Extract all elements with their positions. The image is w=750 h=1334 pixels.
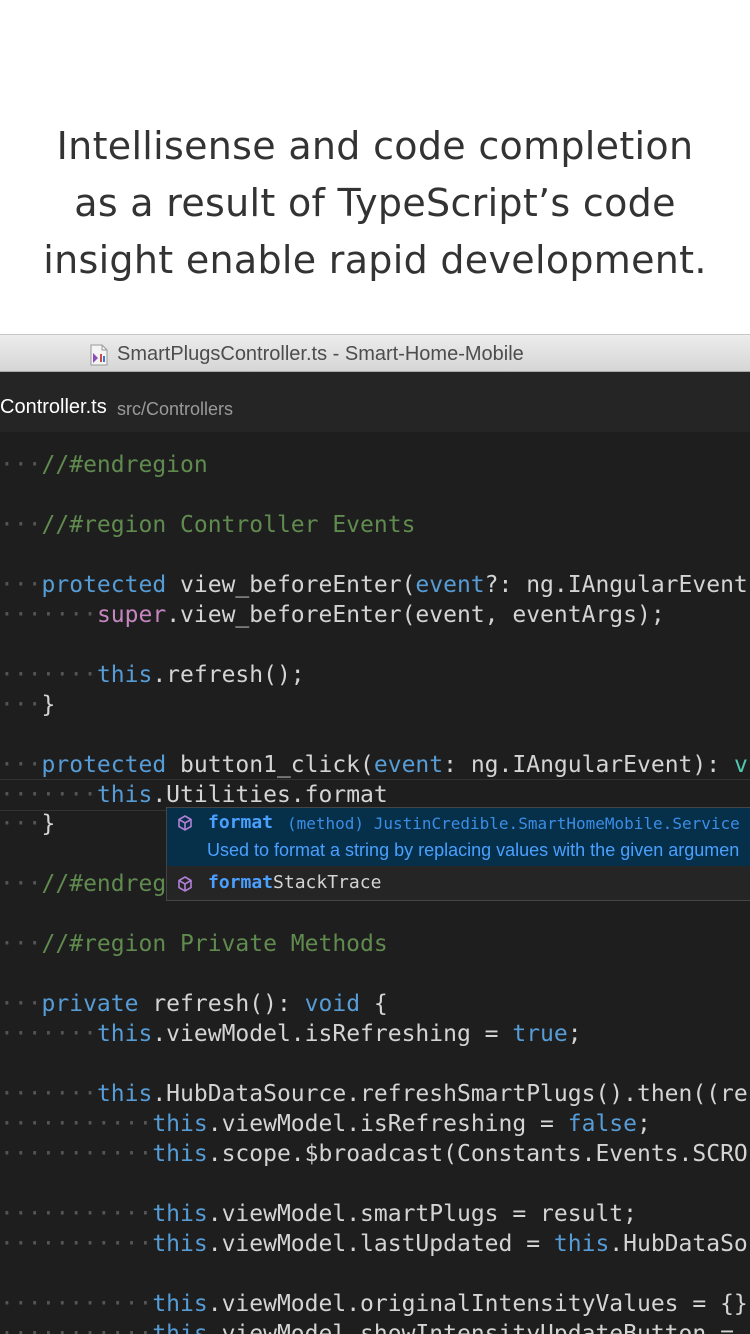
caption: Intellisense and code completion as a re… [0,118,750,289]
typescript-file-icon [90,344,108,366]
code-line: ···········this.viewModel.smartPlugs = r… [0,1201,637,1227]
code-line: ·······this.refresh(); [0,662,305,688]
code-line: ···protected view_beforeEnter(event?: ng… [0,572,748,598]
code-line: ···private refresh(): void { [0,991,388,1017]
suggest-documentation: Used to format a string by replacing val… [207,840,740,860]
code-line: ···········this.viewModel.lastUpdated = … [0,1231,748,1257]
code-line: ···········this.viewModel.showIntensityU… [0,1321,748,1334]
code-editor[interactable]: Controller.ts src/Controllers ···//#endr… [0,372,750,1334]
suggest-type-detail: (method) JustinCredible.SmartHomeMobile.… [287,814,740,833]
code-line: ·······this.viewModel.isRefreshing = tru… [0,1021,582,1047]
code-line: ·······this.HubDataSource.refreshSmartPl… [0,1081,748,1107]
method-cube-icon [178,876,192,892]
tab-file-path: src/Controllers [117,399,234,419]
tab-file-name[interactable]: Controller.ts [0,396,107,419]
suggest-widget[interactable]: format (method) JustinCredible.SmartHome… [166,807,750,901]
suggest-item-format[interactable]: format (method) JustinCredible.SmartHome… [167,808,750,866]
code-line: ·······super.view_beforeEnter(event, eve… [0,602,665,628]
caption-line-3: insight enable rapid development. [43,238,707,282]
code-line: ···protected button1_click(event: ng.IAn… [0,752,748,778]
code-line: ···//#region Controller Events [0,512,416,538]
editor-tabbar: Controller.ts src/Controllers [0,372,750,432]
method-cube-icon [178,815,192,831]
code-line: ···//#endregion [0,452,208,478]
caption-line-2: as a result of TypeScript’s code [74,181,676,225]
code-line: ···//#region Private Methods [0,931,388,957]
suggest-item-formatstacktrace[interactable]: formatStackTrace [167,869,750,898]
code-line: ···········this.scope.$broadcast(Constan… [0,1141,748,1167]
code-line: ···} [0,692,56,718]
suggest-label: format [208,812,274,833]
window-titlebar: SmartPlugsController.ts - Smart-Home-Mob… [0,334,750,372]
code-line: ···········this.viewModel.originalIntens… [0,1291,748,1317]
code-line: ···········this.viewModel.isRefreshing =… [0,1111,651,1137]
suggest-label: formatStackTrace [208,872,382,893]
window-title: SmartPlugsController.ts - Smart-Home-Mob… [117,343,524,365]
caption-line-1: Intellisense and code completion [56,124,694,168]
